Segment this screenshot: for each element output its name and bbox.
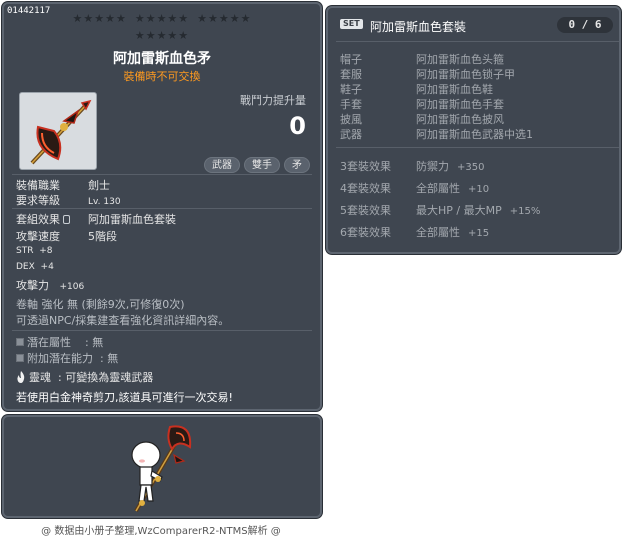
star-force-row-2: ★★★★★ — [134, 29, 190, 42]
str-row: STR +8 — [16, 246, 53, 256]
set-info-panel: SET 阿加雷斯血色套裝 0 / 6 帽子 阿加雷斯血色头箍 套服 阿加雷斯血色锁子… — [326, 6, 621, 254]
item-icon-frame — [19, 92, 97, 170]
set-piece-row: 帽子 阿加雷斯血色头箍 — [340, 53, 504, 66]
set-effect-row: 4套裝效果 全部屬性 +10 — [340, 182, 490, 195]
set-piece-row: 手套 阿加雷斯血色手套 — [340, 98, 504, 111]
set-piece-row: 武器 阿加雷斯血色武器中选1 — [340, 128, 533, 141]
potential-grade-icon — [16, 338, 24, 346]
set-effect-row: 3套裝效果 防禦力 +350 — [340, 160, 485, 173]
tag-spear: 矛 — [284, 157, 310, 173]
divider — [12, 330, 312, 331]
character-preview-panel — [2, 415, 322, 518]
dex-row: DEX +4 — [16, 262, 54, 272]
divider — [336, 147, 619, 148]
divider — [12, 208, 312, 209]
scissors-note: 若使用白金神奇剪刀,該道具可進行一次交易! — [16, 391, 233, 404]
set-effect-row[interactable]: 套組效果 阿加雷斯血色套裝 — [16, 211, 176, 227]
character-preview — [131, 425, 192, 513]
set-effect-row: 6套裝效果 全部屬性 +15 — [340, 226, 490, 239]
axe-spear-weapon-icon — [30, 99, 92, 165]
tag-weapon: 武器 — [204, 157, 240, 173]
scroll-info: 卷軸 強化 無 (剩餘9次,可修復0次) — [16, 298, 185, 311]
tag-two-handed: 雙手 — [244, 157, 280, 173]
set-count: 0 / 6 — [557, 17, 613, 33]
attack-speed-row: 攻擊速度 5階段 — [16, 230, 117, 243]
set-piece-row: 披風 阿加雷斯血色披风 — [340, 113, 504, 126]
soul-row: 靈魂 : 可變換為靈魂武器 — [16, 369, 153, 385]
set-badge: SET — [340, 19, 363, 29]
job-row: 裝備職業 劍士 — [16, 179, 110, 192]
enhance-note: 可透過NPC/採集建查看強化資訊詳細內容。 — [16, 314, 230, 327]
combat-power-value: 0 — [289, 112, 306, 140]
bonus-potential-row: 附加潛在能力 : 無 — [16, 350, 118, 366]
bonus-potential-grade-icon — [16, 354, 24, 362]
attack-row: 攻擊力 +106 — [16, 279, 85, 292]
item-name: 阿加雷斯血色矛 — [113, 51, 211, 67]
potential-row: 潛在屬性 : 無 — [16, 334, 103, 350]
trade-restriction: 裝備時不可交換 — [123, 70, 201, 83]
flame-icon — [17, 371, 25, 383]
set-piece-row: 鞋子 阿加雷斯血色鞋 — [340, 83, 493, 96]
level-row: 要求等級 Lv. 130 — [16, 194, 121, 207]
lock-icon — [63, 215, 70, 224]
divider — [336, 41, 619, 42]
set-piece-row: 套服 阿加雷斯血色锁子甲 — [340, 68, 515, 81]
data-credit: @ 数据由小册子整理,WzComparerR2-NTMS解析 @ — [41, 526, 281, 537]
item-tooltip-panel: 01442117 ★★★★★ ★★★★★ ★★★★★ ★★★★★ 阿加雷斯血色矛 裝… — [2, 2, 322, 411]
star-force-row-1: ★★★★★ ★★★★★ ★★★★★ — [72, 12, 252, 25]
set-title: 阿加雷斯血色套裝 — [370, 20, 467, 34]
set-effect-row: 5套裝效果 最大HP / 最大MP +15% — [340, 204, 541, 217]
combat-power-label: 戰鬥力提升量 — [240, 94, 306, 107]
item-tags: 武器 雙手 矛 — [204, 157, 310, 173]
divider — [12, 174, 312, 175]
